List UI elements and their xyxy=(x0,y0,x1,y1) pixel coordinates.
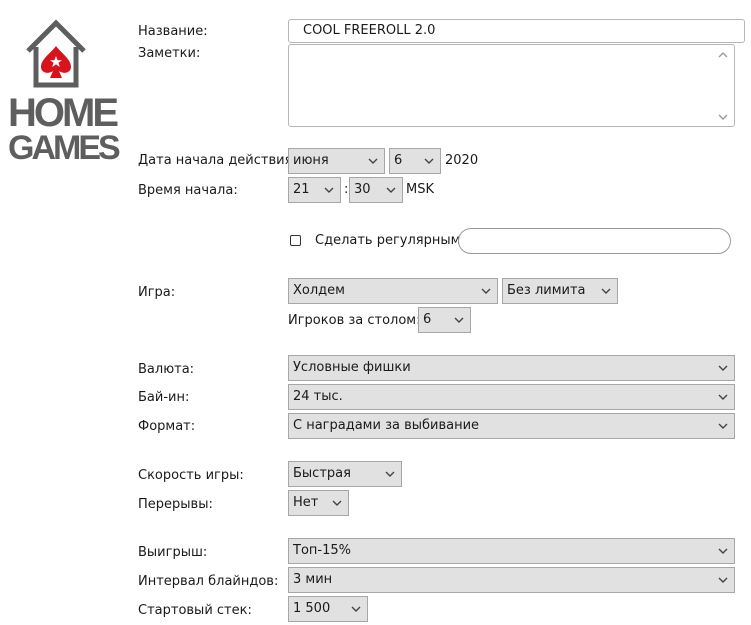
logo-games-text: GAMES xyxy=(8,129,121,167)
payout-label: Выигрыш: xyxy=(138,545,208,560)
players-select[interactable]: 6 xyxy=(418,307,471,333)
payout-value: Топ-15% xyxy=(293,543,351,558)
logo-home-text: HOME xyxy=(8,91,119,135)
chevron-down-icon xyxy=(718,423,728,429)
start-time-label: Время начала: xyxy=(138,183,238,198)
chevron-down-icon xyxy=(386,187,396,193)
day-select[interactable]: 6 xyxy=(389,148,441,174)
month-select[interactable]: июня xyxy=(288,148,385,174)
chevron-down-icon xyxy=(454,317,464,323)
game-type-value: Холдем xyxy=(293,283,345,298)
recurring-checkbox[interactable] xyxy=(290,235,301,246)
buyin-select[interactable]: 24 тыс. xyxy=(288,384,735,410)
format-value: С наградами за выбивание xyxy=(293,418,480,433)
year-text: 2020 xyxy=(445,153,479,168)
buyin-value: 24 тыс. xyxy=(293,389,343,404)
recurring-label[interactable]: Сделать регулярным xyxy=(315,233,460,249)
stack-select[interactable]: 1 500 xyxy=(288,596,368,622)
format-label: Формат: xyxy=(138,419,196,434)
limit-select[interactable]: Без лимита xyxy=(502,278,618,304)
day-value: 6 xyxy=(394,153,403,168)
blinds-value: 3 мин xyxy=(293,572,333,587)
chevron-down-icon xyxy=(481,288,491,294)
format-select[interactable]: С наградами за выбивание xyxy=(288,413,735,439)
minute-select[interactable]: 30 xyxy=(349,177,403,203)
breaks-label: Перерывы: xyxy=(138,497,213,512)
chevron-down-icon xyxy=(718,365,728,371)
speed-select[interactable]: Быстрая xyxy=(288,461,402,487)
hour-value: 21 xyxy=(293,182,310,197)
limit-value: Без лимита xyxy=(507,283,586,298)
notes-textarea[interactable] xyxy=(288,44,735,127)
chevron-down-icon xyxy=(718,577,728,583)
chevron-down-icon xyxy=(351,606,361,612)
time-separator: : xyxy=(344,182,349,197)
blinds-label: Интервал блайндов: xyxy=(138,574,279,589)
chevron-down-icon xyxy=(424,158,434,164)
chevron-down-icon xyxy=(385,471,395,477)
chevron-down-icon xyxy=(332,500,342,506)
timezone-text: MSK xyxy=(406,182,434,197)
stack-label: Стартовый стек: xyxy=(138,603,252,618)
speed-label: Скорость игры: xyxy=(138,468,244,483)
name-label: Название: xyxy=(138,24,208,39)
game-label: Игра: xyxy=(138,285,176,300)
currency-label: Валюта: xyxy=(138,362,195,377)
name-input-value: COOL FREEROLL 2.0 xyxy=(303,23,436,38)
hour-select[interactable]: 21 xyxy=(288,177,341,203)
payout-select[interactable]: Топ-15% xyxy=(288,538,735,564)
currency-value: Условные фишки xyxy=(293,360,411,375)
recurring-input[interactable] xyxy=(458,228,731,254)
scroll-up-icon[interactable] xyxy=(718,51,728,59)
house-spade-icon xyxy=(26,19,86,88)
month-value: июня xyxy=(293,153,329,168)
speed-value: Быстрая xyxy=(293,466,351,481)
chevron-down-icon xyxy=(601,288,611,294)
name-input[interactable]: COOL FREEROLL 2.0 xyxy=(288,19,745,43)
chevron-down-icon xyxy=(718,548,728,554)
notes-label: Заметки: xyxy=(138,46,201,61)
stack-value: 1 500 xyxy=(293,601,331,616)
players-label: Игроков за столом: xyxy=(288,313,421,328)
game-type-select[interactable]: Холдем xyxy=(288,278,498,304)
breaks-select[interactable]: Нет xyxy=(288,490,349,516)
players-value: 6 xyxy=(423,312,432,327)
chevron-down-icon xyxy=(368,158,378,164)
buyin-label: Бай-ин: xyxy=(138,390,190,405)
currency-select[interactable]: Условные фишки xyxy=(288,355,735,381)
minute-value: 30 xyxy=(354,182,371,197)
chevron-down-icon xyxy=(718,394,728,400)
chevron-down-icon xyxy=(324,187,334,193)
breaks-value: Нет xyxy=(293,495,319,510)
scroll-down-icon[interactable] xyxy=(718,113,728,121)
blinds-select[interactable]: 3 мин xyxy=(288,567,735,593)
start-date-label: Дата начала действия: xyxy=(138,153,297,168)
